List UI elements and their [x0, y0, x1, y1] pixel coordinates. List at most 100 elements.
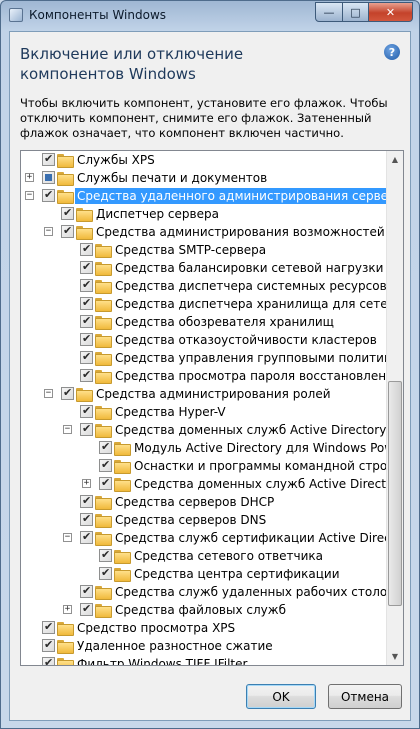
folder-icon	[57, 622, 74, 636]
tree-item[interactable]: Средства SMTP-сервера	[21, 241, 388, 259]
feature-checkbox[interactable]	[42, 638, 55, 652]
tree-item[interactable]: Средства серверов DHCP	[21, 493, 388, 511]
feature-checkbox[interactable]	[80, 584, 93, 598]
tree-item[interactable]: + Службы печати и документов	[21, 169, 388, 187]
tree-item-label: Фильтр Windows TIFF IFilter	[77, 657, 248, 666]
feature-checkbox[interactable]	[80, 332, 93, 346]
feature-checkbox[interactable]	[80, 602, 93, 616]
collapse-icon[interactable]: −	[25, 191, 34, 200]
feature-checkbox[interactable]	[80, 530, 93, 544]
collapse-icon[interactable]: −	[44, 389, 53, 398]
tree-item[interactable]: − Средства служб сертификации Active Dire…	[21, 529, 388, 547]
tree-item[interactable]: Модуль Active Directory для Windows Powe…	[21, 439, 388, 457]
scroll-thumb[interactable]	[388, 381, 402, 606]
feature-checkbox[interactable]	[61, 386, 74, 400]
scroll-up-icon[interactable]: ▲	[387, 151, 403, 168]
feature-checkbox[interactable]	[99, 548, 112, 562]
tree-item[interactable]: Средства обозревателя хранилищ	[21, 313, 388, 331]
feature-checkbox[interactable]	[99, 476, 112, 490]
tree-item[interactable]: + Средства файловых служб	[21, 601, 388, 619]
expand-icon[interactable]: +	[82, 479, 91, 488]
tree-item-label: Средства диспетчера системных ресурсов	[115, 279, 387, 293]
feature-checkbox[interactable]	[80, 314, 93, 328]
feature-checkbox[interactable]	[80, 512, 93, 526]
folder-icon	[95, 280, 112, 294]
folder-icon	[95, 532, 112, 546]
help-icon[interactable]: ?	[384, 44, 400, 60]
collapse-icon[interactable]: −	[63, 425, 72, 434]
cancel-button[interactable]: Отмена	[328, 684, 402, 709]
tree-item[interactable]: + Средства доменных служб Active Director…	[21, 475, 388, 493]
feature-checkbox[interactable]	[42, 152, 55, 166]
tree-item[interactable]: − Средства администрирования возможностей	[21, 223, 388, 241]
folder-icon	[95, 406, 112, 420]
tree-item[interactable]: − Средства удаленного администрирования с…	[21, 187, 388, 205]
tree-item-label: Средства серверов DNS	[115, 513, 267, 527]
feature-checkbox[interactable]	[61, 206, 74, 220]
page-title: Включение или отключение компонентов Win…	[20, 45, 244, 83]
feature-checkbox[interactable]	[80, 368, 93, 382]
ok-button[interactable]: OK	[246, 684, 316, 709]
expand-icon[interactable]: +	[63, 605, 72, 614]
tree-item-label: Средства просмотра пароля восстановления…	[115, 369, 388, 383]
expand-icon[interactable]: +	[25, 173, 34, 182]
tree-item[interactable]: Средство просмотра XPS	[21, 619, 388, 637]
feature-checkbox[interactable]	[80, 350, 93, 364]
tree-item[interactable]: Средства Hyper-V	[21, 403, 388, 421]
tree-item[interactable]: Средства балансировки сетевой нагрузки	[21, 259, 388, 277]
tree-item[interactable]: Средства центра сертификации	[21, 565, 388, 583]
tree-item[interactable]: − Средства администрирования ролей	[21, 385, 388, 403]
features-tree[interactable]: Службы XPS + Службы печати и документов − Ср…	[20, 150, 404, 666]
tree-item-label: Средства доменных служб Active Directory…	[115, 423, 388, 437]
feature-checkbox[interactable]	[80, 494, 93, 508]
scroll-down-icon[interactable]: ▼	[387, 648, 403, 665]
tree-item[interactable]: Средства диспетчера системных ресурсов	[21, 277, 388, 295]
tree-item[interactable]: Средства просмотра пароля восстановления…	[21, 367, 388, 385]
collapse-icon[interactable]: −	[63, 533, 72, 542]
close-button[interactable]: ✕	[369, 2, 413, 22]
feature-checkbox[interactable]	[42, 620, 55, 634]
tree-item[interactable]: Средства управления групповыми политикам…	[21, 349, 388, 367]
folder-icon	[76, 208, 93, 222]
tree-item[interactable]: Средства сетевого ответчика	[21, 547, 388, 565]
feature-checkbox[interactable]	[99, 458, 112, 472]
tree-item[interactable]: Средства отказоустойчивости кластеров	[21, 331, 388, 349]
feature-checkbox[interactable]	[80, 242, 93, 256]
vertical-scrollbar[interactable]: ▲ ▼	[386, 151, 403, 665]
feature-checkbox[interactable]	[42, 656, 55, 665]
tree-item[interactable]: Фильтр Windows TIFF IFilter	[21, 655, 388, 666]
folder-icon	[95, 514, 112, 528]
folder-icon	[95, 370, 112, 384]
tree-item[interactable]: Диспетчер сервера	[21, 205, 388, 223]
minimize-button[interactable]: —	[315, 2, 343, 22]
tree-item[interactable]: − Средства доменных служб Active Director…	[21, 421, 388, 439]
tree-item-label: Службы XPS	[77, 153, 155, 167]
feature-checkbox[interactable]	[99, 440, 112, 454]
feature-checkbox[interactable]	[99, 566, 112, 580]
feature-checkbox[interactable]	[80, 278, 93, 292]
feature-checkbox[interactable]	[42, 188, 55, 202]
folder-icon	[76, 388, 93, 402]
tree-item[interactable]: Средства служб удаленных рабочих столов	[21, 583, 388, 601]
tree-rows: Службы XPS + Службы печати и документов − Ср…	[21, 151, 388, 666]
feature-checkbox[interactable]	[80, 296, 93, 310]
collapse-icon[interactable]: −	[44, 227, 53, 236]
tree-item-label: Службы печати и документов	[77, 171, 268, 185]
tree-item[interactable]: Оснастки и программы командной строки сл…	[21, 457, 388, 475]
tree-item[interactable]: Службы XPS	[21, 151, 388, 169]
feature-checkbox[interactable]	[42, 171, 55, 184]
feature-checkbox[interactable]	[80, 422, 93, 436]
feature-checkbox[interactable]	[80, 260, 93, 274]
tree-item[interactable]: Средства серверов DNS	[21, 511, 388, 529]
folder-icon	[114, 460, 131, 474]
folder-icon	[114, 442, 131, 456]
maximize-button[interactable]: □	[343, 2, 369, 22]
tree-item[interactable]: Средства диспетчера хранилища для сетей …	[21, 295, 388, 313]
tree-item-label: Средства доменных служб Active Directory	[134, 477, 388, 491]
tree-item[interactable]: Удаленное разностное сжатие	[21, 637, 388, 655]
tree-item-label: Средства диспетчера хранилища для сетей …	[115, 297, 388, 311]
feature-checkbox[interactable]	[80, 404, 93, 418]
feature-checkbox[interactable]	[61, 224, 74, 238]
window-icon	[9, 8, 23, 22]
title-bar[interactable]: Компоненты Windows — □ ✕	[1, 1, 419, 31]
